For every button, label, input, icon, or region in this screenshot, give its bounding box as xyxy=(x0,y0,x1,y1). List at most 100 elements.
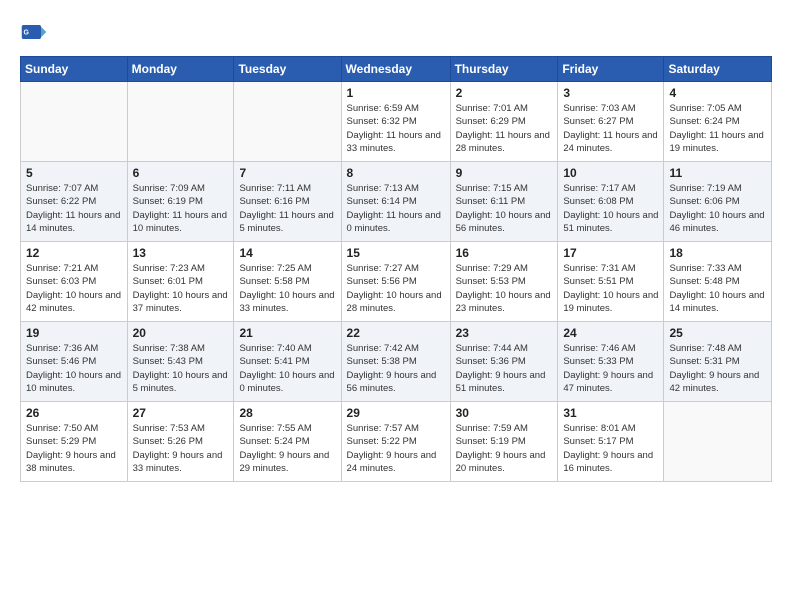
day-cell-22: 22Sunrise: 7:42 AM Sunset: 5:38 PM Dayli… xyxy=(341,322,450,402)
day-info: Sunrise: 7:48 AM Sunset: 5:31 PM Dayligh… xyxy=(669,342,766,395)
day-cell-6: 6 Sunrise: 7:09 AM Sunset: 6:19 PM Daylig… xyxy=(127,162,234,242)
day-cell-23: 23Sunrise: 7:44 AM Sunset: 5:36 PM Dayli… xyxy=(450,322,558,402)
day-number: 13 xyxy=(133,246,229,260)
day-cell-4: 4Sunrise: 7:05 AM Sunset: 6:24 PM Daylig… xyxy=(664,82,772,162)
day-number: 27 xyxy=(133,406,229,420)
day-cell-26: 26 Sunrise: 7:50 AM Sunset: 5:29 PM Dayli… xyxy=(21,402,128,482)
day-number: 9 xyxy=(456,166,553,180)
day-cell-29: 29Sunrise: 7:57 AM Sunset: 5:22 PM Dayli… xyxy=(341,402,450,482)
day-cell-8: 8Sunrise: 7:13 AM Sunset: 6:14 PM Daylig… xyxy=(341,162,450,242)
day-info: Sunrise: 7:23 AM Sunset: 6:01 PM Dayligh… xyxy=(133,262,229,315)
day-cell-11: 11Sunrise: 7:19 AM Sunset: 6:06 PM Dayli… xyxy=(664,162,772,242)
day-info: Sunrise: 7:38 AM Sunset: 5:43 PM Dayligh… xyxy=(133,342,229,395)
col-header-saturday: Saturday xyxy=(664,57,772,82)
col-header-thursday: Thursday xyxy=(450,57,558,82)
col-header-wednesday: Wednesday xyxy=(341,57,450,82)
day-number: 29 xyxy=(347,406,445,420)
day-info: Sunrise: 7:40 AM Sunset: 5:41 PM Dayligh… xyxy=(239,342,335,395)
day-info: Sunrise: 7:11 AM Sunset: 6:16 PM Dayligh… xyxy=(239,182,335,235)
day-info: Sunrise: 7:46 AM Sunset: 5:33 PM Dayligh… xyxy=(563,342,658,395)
day-number: 31 xyxy=(563,406,658,420)
col-header-friday: Friday xyxy=(558,57,664,82)
day-info: Sunrise: 7:07 AM Sunset: 6:22 PM Dayligh… xyxy=(26,182,122,235)
empty-cell xyxy=(21,82,128,162)
day-info: Sunrise: 7:59 AM Sunset: 5:19 PM Dayligh… xyxy=(456,422,553,475)
day-info: Sunrise: 7:21 AM Sunset: 6:03 PM Dayligh… xyxy=(26,262,122,315)
day-cell-20: 20 Sunrise: 7:38 AM Sunset: 5:43 PM Dayli… xyxy=(127,322,234,402)
day-number: 25 xyxy=(669,326,766,340)
empty-cell xyxy=(664,402,772,482)
day-cell-21: 21 Sunrise: 7:40 AM Sunset: 5:41 PM Dayli… xyxy=(234,322,341,402)
day-number: 3 xyxy=(563,86,658,100)
day-cell-10: 10 Sunrise: 7:17 AM Sunset: 6:08 PM Dayli… xyxy=(558,162,664,242)
day-number: 24 xyxy=(563,326,658,340)
day-cell-17: 17Sunrise: 7:31 AM Sunset: 5:51 PM Dayli… xyxy=(558,242,664,322)
logo-icon: G xyxy=(20,18,48,46)
week-row-2: 5 Sunrise: 7:07 AM Sunset: 6:22 PM Daylig… xyxy=(21,162,772,242)
day-info: Sunrise: 7:31 AM Sunset: 5:51 PM Dayligh… xyxy=(563,262,658,315)
day-number: 16 xyxy=(456,246,553,260)
day-info: Sunrise: 7:17 AM Sunset: 6:08 PM Dayligh… xyxy=(563,182,658,235)
col-header-tuesday: Tuesday xyxy=(234,57,341,82)
day-number: 26 xyxy=(26,406,122,420)
day-info: Sunrise: 6:59 AM Sunset: 6:32 PM Dayligh… xyxy=(347,102,445,155)
day-cell-1: 1 Sunrise: 6:59 AM Sunset: 6:32 PM Daylig… xyxy=(341,82,450,162)
empty-cell xyxy=(234,82,341,162)
day-info: Sunrise: 7:15 AM Sunset: 6:11 PM Dayligh… xyxy=(456,182,553,235)
week-row-4: 19Sunrise: 7:36 AM Sunset: 5:46 PM Dayli… xyxy=(21,322,772,402)
day-info: Sunrise: 7:01 AM Sunset: 6:29 PM Dayligh… xyxy=(456,102,553,155)
svg-text:G: G xyxy=(24,30,30,37)
week-row-3: 12 Sunrise: 7:21 AM Sunset: 6:03 PM Dayli… xyxy=(21,242,772,322)
day-number: 28 xyxy=(239,406,335,420)
logo: G xyxy=(20,18,52,46)
day-info: Sunrise: 7:53 AM Sunset: 5:26 PM Dayligh… xyxy=(133,422,229,475)
week-row-1: 1 Sunrise: 6:59 AM Sunset: 6:32 PM Daylig… xyxy=(21,82,772,162)
day-number: 6 xyxy=(133,166,229,180)
day-info: Sunrise: 7:05 AM Sunset: 6:24 PM Dayligh… xyxy=(669,102,766,155)
week-row-5: 26 Sunrise: 7:50 AM Sunset: 5:29 PM Dayli… xyxy=(21,402,772,482)
day-number: 5 xyxy=(26,166,122,180)
calendar-page: G SundayMondayTuesdayWednesdayThursdayFr… xyxy=(0,0,792,612)
day-cell-9: 9 Sunrise: 7:15 AM Sunset: 6:11 PM Daylig… xyxy=(450,162,558,242)
day-number: 11 xyxy=(669,166,766,180)
calendar-table: SundayMondayTuesdayWednesdayThursdayFrid… xyxy=(20,56,772,482)
day-cell-13: 13 Sunrise: 7:23 AM Sunset: 6:01 PM Dayli… xyxy=(127,242,234,322)
day-info: Sunrise: 8:01 AM Sunset: 5:17 PM Dayligh… xyxy=(563,422,658,475)
day-info: Sunrise: 7:29 AM Sunset: 5:53 PM Dayligh… xyxy=(456,262,553,315)
empty-cell xyxy=(127,82,234,162)
day-number: 12 xyxy=(26,246,122,260)
day-cell-12: 12 Sunrise: 7:21 AM Sunset: 6:03 PM Dayli… xyxy=(21,242,128,322)
day-cell-19: 19Sunrise: 7:36 AM Sunset: 5:46 PM Dayli… xyxy=(21,322,128,402)
day-cell-18: 18 Sunrise: 7:33 AM Sunset: 5:48 PM Dayli… xyxy=(664,242,772,322)
day-number: 10 xyxy=(563,166,658,180)
calendar-header-row: SundayMondayTuesdayWednesdayThursdayFrid… xyxy=(21,57,772,82)
day-cell-5: 5 Sunrise: 7:07 AM Sunset: 6:22 PM Daylig… xyxy=(21,162,128,242)
col-header-sunday: Sunday xyxy=(21,57,128,82)
header: G xyxy=(20,18,772,46)
day-number: 30 xyxy=(456,406,553,420)
day-number: 1 xyxy=(347,86,445,100)
day-info: Sunrise: 7:27 AM Sunset: 5:56 PM Dayligh… xyxy=(347,262,445,315)
day-cell-28: 28 Sunrise: 7:55 AM Sunset: 5:24 PM Dayli… xyxy=(234,402,341,482)
day-cell-31: 31 Sunrise: 8:01 AM Sunset: 5:17 PM Dayli… xyxy=(558,402,664,482)
day-info: Sunrise: 7:25 AM Sunset: 5:58 PM Dayligh… xyxy=(239,262,335,315)
day-number: 14 xyxy=(239,246,335,260)
day-info: Sunrise: 7:33 AM Sunset: 5:48 PM Dayligh… xyxy=(669,262,766,315)
day-info: Sunrise: 7:09 AM Sunset: 6:19 PM Dayligh… xyxy=(133,182,229,235)
day-info: Sunrise: 7:36 AM Sunset: 5:46 PM Dayligh… xyxy=(26,342,122,395)
day-cell-15: 15Sunrise: 7:27 AM Sunset: 5:56 PM Dayli… xyxy=(341,242,450,322)
day-info: Sunrise: 7:50 AM Sunset: 5:29 PM Dayligh… xyxy=(26,422,122,475)
day-number: 18 xyxy=(669,246,766,260)
day-cell-30: 30 Sunrise: 7:59 AM Sunset: 5:19 PM Dayli… xyxy=(450,402,558,482)
day-number: 20 xyxy=(133,326,229,340)
day-number: 2 xyxy=(456,86,553,100)
day-number: 7 xyxy=(239,166,335,180)
day-number: 21 xyxy=(239,326,335,340)
day-cell-16: 16 Sunrise: 7:29 AM Sunset: 5:53 PM Dayli… xyxy=(450,242,558,322)
day-info: Sunrise: 7:03 AM Sunset: 6:27 PM Dayligh… xyxy=(563,102,658,155)
day-number: 22 xyxy=(347,326,445,340)
day-cell-2: 2 Sunrise: 7:01 AM Sunset: 6:29 PM Daylig… xyxy=(450,82,558,162)
day-cell-25: 25 Sunrise: 7:48 AM Sunset: 5:31 PM Dayli… xyxy=(664,322,772,402)
day-info: Sunrise: 7:55 AM Sunset: 5:24 PM Dayligh… xyxy=(239,422,335,475)
day-cell-7: 7 Sunrise: 7:11 AM Sunset: 6:16 PM Daylig… xyxy=(234,162,341,242)
